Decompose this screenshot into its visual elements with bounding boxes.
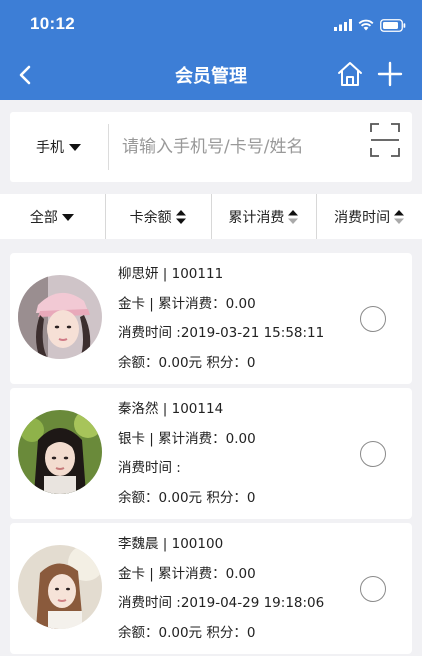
- filter-tab-spent-time[interactable]: 消费时间: [317, 194, 422, 239]
- home-icon: [338, 62, 362, 86]
- filter-label: 卡余额: [129, 209, 172, 226]
- member-points: 0: [246, 489, 256, 506]
- member-info: 柳思妍 | 100111 金卡 | 累计消费：0.00 消费时间 :2019-0…: [118, 265, 324, 383]
- scan-icon: [370, 123, 400, 157]
- member-balance: 0.00元: [158, 489, 203, 506]
- filter-bar: 全部 卡余额 累计消费 消费时间: [0, 194, 422, 239]
- sort-icon: [288, 209, 299, 224]
- member-select-radio[interactable]: [360, 576, 386, 602]
- member-points: 0: [246, 624, 256, 641]
- member-balance-line: 余额：0.00元 积分：0: [118, 354, 324, 384]
- member-total-spent: 0.00: [225, 295, 256, 312]
- balance-label: 余额：: [118, 624, 159, 641]
- member-card-type: 金卡 |: [118, 565, 159, 582]
- member-balance-line: 余额：0.00元 积分：0: [118, 624, 324, 654]
- last-time-label: 消费时间 :: [118, 325, 181, 341]
- filter-tab-balance[interactable]: 卡余额: [106, 194, 212, 239]
- scan-button[interactable]: [370, 123, 400, 157]
- member-total-spent: 0.00: [225, 565, 256, 582]
- plus-icon: [377, 61, 403, 87]
- signal-icon: [334, 19, 352, 31]
- member-time-line: 消费时间 :2019-03-21 15:58:11: [118, 324, 324, 354]
- total-spent-label: 累计消费：: [158, 430, 226, 447]
- member-balance-line: 余额：0.00元 积分：0: [118, 489, 256, 519]
- member-info: 李魏晨 | 100100 金卡 | 累计消费：0.00 消费时间 :2019-0…: [118, 535, 324, 653]
- search-divider: [108, 124, 109, 170]
- points-label: 积分：: [206, 354, 247, 371]
- filter-label: 全部: [29, 209, 58, 226]
- member-card[interactable]: 柳思妍 | 100111 金卡 | 累计消费：0.00 消费时间 :2019-0…: [10, 253, 412, 384]
- search-type-label: 手机: [36, 140, 64, 156]
- avatar: [18, 545, 102, 629]
- avatar: [18, 410, 102, 494]
- member-last-time: 2019-04-29 19:18:06: [180, 595, 325, 611]
- nav-bar: 会员管理: [0, 50, 422, 100]
- last-time-label: 消费时间 :: [118, 460, 181, 476]
- status-icons: [334, 16, 406, 34]
- caret-down-icon: [69, 144, 81, 151]
- total-spent-label: 累计消费：: [158, 565, 226, 582]
- member-balance: 0.00元: [158, 624, 203, 641]
- member-name-id: 柳思妍 | 100111: [118, 266, 224, 282]
- status-time: 10:12: [30, 14, 75, 33]
- points-label: 积分：: [206, 624, 247, 641]
- member-card-line: 银卡 | 累计消费：0.00: [118, 430, 256, 460]
- member-card[interactable]: 李魏晨 | 100100 金卡 | 累计消费：0.00 消费时间 :2019-0…: [10, 523, 412, 654]
- member-last-time: 2019-03-21 15:58:11: [180, 325, 325, 341]
- filter-label: 消费时间: [334, 209, 391, 226]
- filter-tab-all[interactable]: 全部: [0, 194, 106, 239]
- member-time-line: 消费时间 :: [118, 459, 256, 489]
- caret-down-icon: [61, 213, 74, 221]
- status-bar: 10:12: [0, 0, 422, 50]
- member-select-radio[interactable]: [360, 306, 386, 332]
- filter-label: 累计消费: [228, 209, 285, 226]
- add-member-button[interactable]: [376, 60, 404, 88]
- sort-icon: [394, 209, 405, 224]
- member-balance: 0.00元: [158, 354, 203, 371]
- total-spent-label: 累计消费：: [158, 295, 226, 312]
- points-label: 积分：: [206, 489, 247, 506]
- balance-label: 余额：: [118, 489, 159, 506]
- search-input[interactable]: [122, 130, 360, 164]
- member-card-line: 金卡 | 累计消费：0.00: [118, 295, 324, 325]
- member-name-id: 秦洛然 | 100114: [118, 401, 224, 417]
- member-points: 0: [246, 354, 256, 371]
- sort-icon: [175, 209, 186, 224]
- member-card[interactable]: 秦洛然 | 100114 银卡 | 累计消费：0.00 消费时间 : 余额：0.…: [10, 388, 412, 519]
- balance-label: 余额：: [118, 354, 159, 371]
- member-card-type: 金卡 |: [118, 295, 159, 312]
- member-name-id: 李魏晨 | 100100: [118, 536, 224, 552]
- wifi-icon: [358, 19, 374, 31]
- member-select-radio[interactable]: [360, 441, 386, 467]
- member-card-line: 金卡 | 累计消费：0.00: [118, 565, 324, 595]
- last-time-label: 消费时间 :: [118, 595, 181, 611]
- member-info: 秦洛然 | 100114 银卡 | 累计消费：0.00 消费时间 : 余额：0.…: [118, 400, 256, 518]
- member-card-type: 银卡 |: [118, 430, 159, 447]
- member-total-spent: 0.00: [225, 430, 256, 447]
- home-button[interactable]: [336, 60, 364, 88]
- member-time-line: 消费时间 :2019-04-29 19:18:06: [118, 594, 324, 624]
- battery-icon: [380, 18, 406, 32]
- search-bar: 手机: [10, 112, 412, 182]
- search-type-dropdown[interactable]: 手机: [10, 112, 108, 182]
- member-list: 柳思妍 | 100111 金卡 | 累计消费：0.00 消费时间 :2019-0…: [10, 253, 412, 656]
- app-header: 10:12 会员管理: [0, 0, 422, 100]
- avatar: [18, 275, 102, 359]
- filter-tab-total-spent[interactable]: 累计消费: [212, 194, 318, 239]
